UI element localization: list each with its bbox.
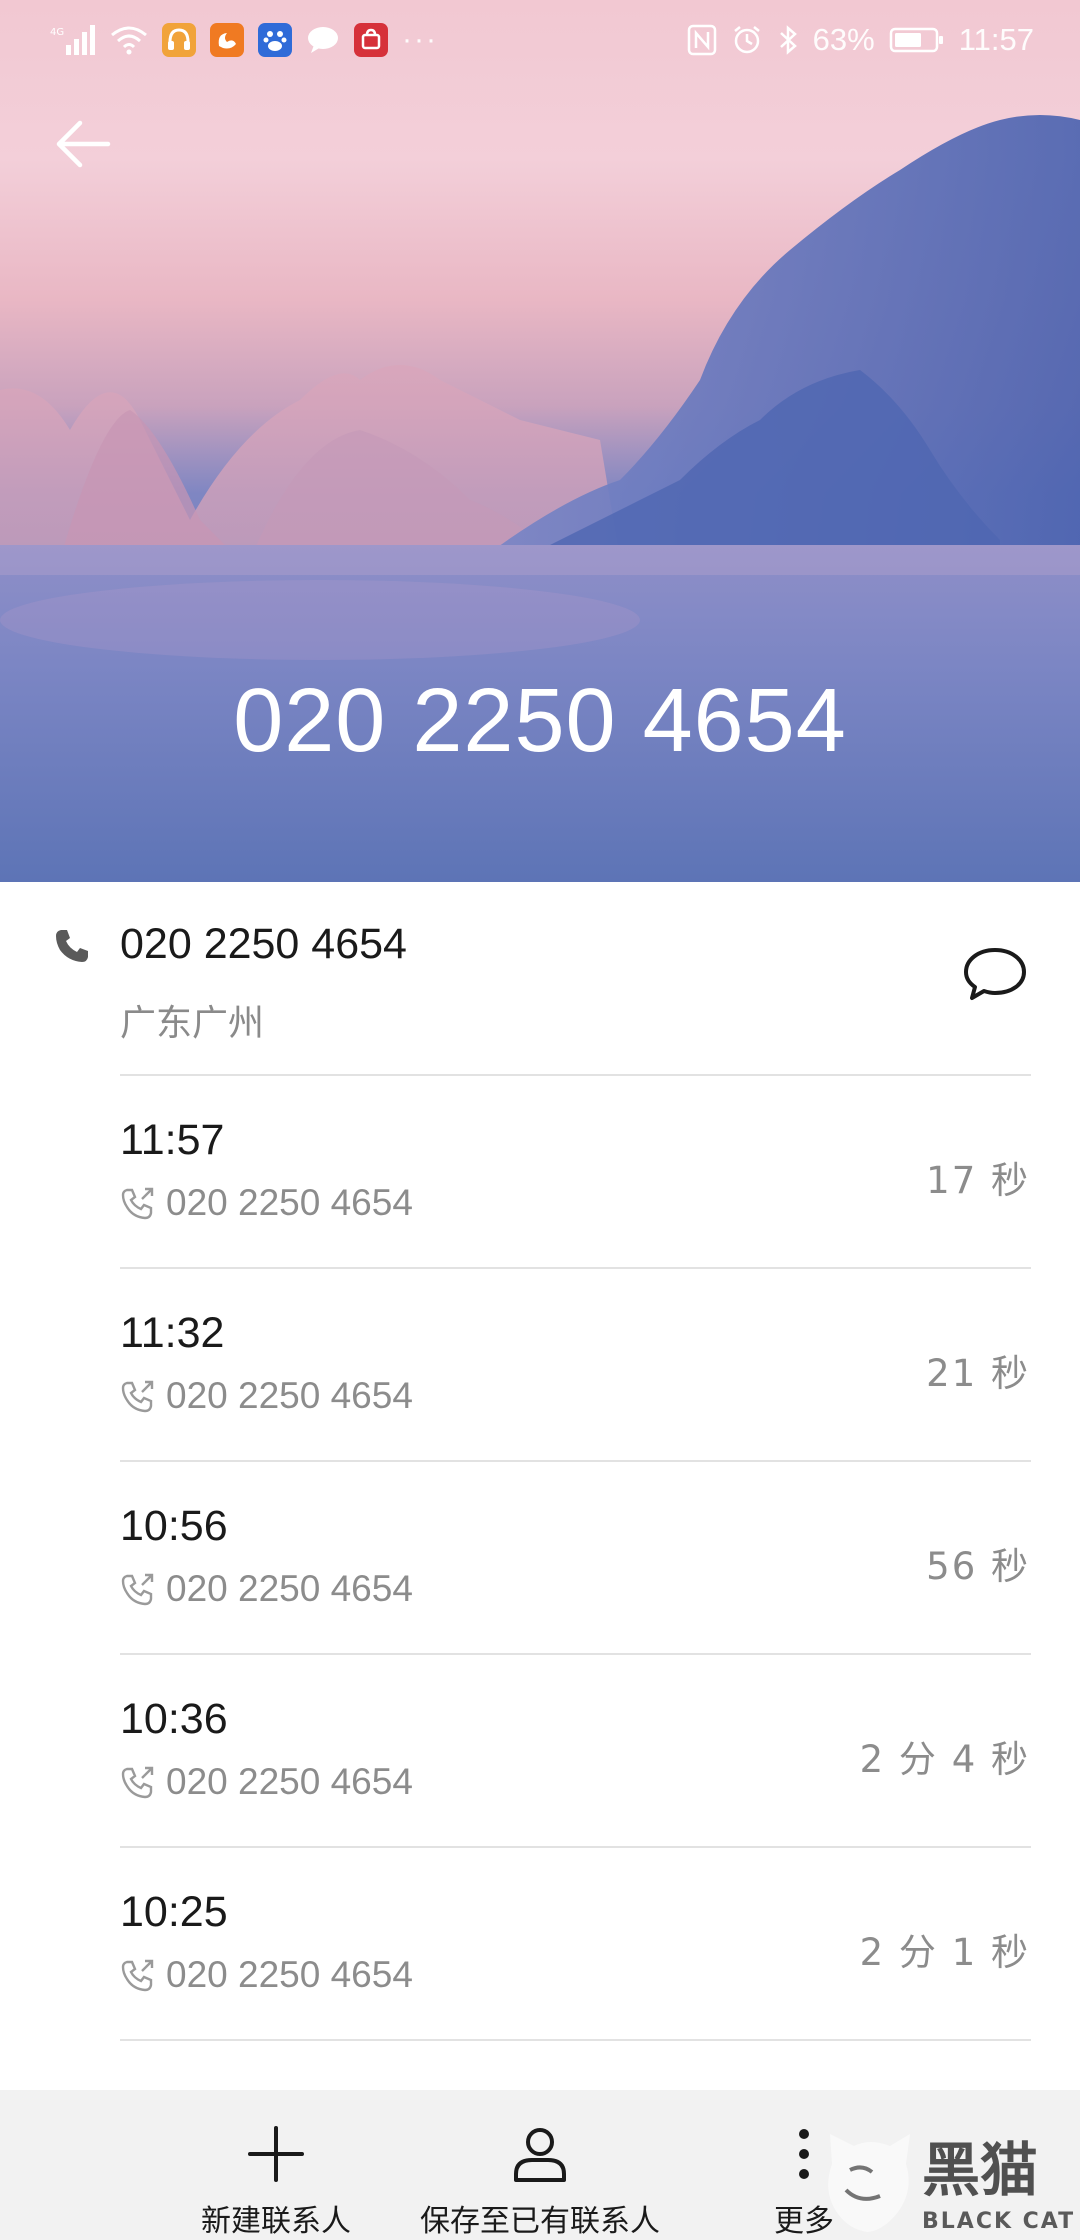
uc-browser-icon	[210, 23, 244, 57]
call-duration: 56 秒	[926, 1545, 1030, 1588]
baidu-icon	[258, 23, 292, 57]
svg-text:4G: 4G	[50, 27, 64, 38]
call-log-item[interactable]: 10:36 020 2250 4654 2 分 4 秒	[0, 1655, 1080, 1848]
nfc-icon	[687, 24, 717, 56]
outgoing-call-icon	[121, 1187, 154, 1220]
contact-number: 020 2250 4654	[120, 920, 407, 968]
signal-icon: 4G	[50, 23, 96, 57]
more-notifications-icon: ···	[402, 23, 438, 56]
battery-percent: 63%	[812, 22, 875, 57]
status-time: 11:57	[958, 22, 1034, 57]
call-time: 10:25	[120, 1888, 228, 1936]
arrow-left-icon	[56, 120, 111, 168]
call-log-item[interactable]: 10:56 020 2250 4654 56 秒	[0, 1462, 1080, 1655]
call-log-item[interactable]: 11:32 020 2250 4654 21 秒	[0, 1269, 1080, 1462]
bluetooth-icon	[777, 24, 799, 56]
call-number: 020 2250 4654	[166, 1761, 413, 1802]
black-cat-watermark: 黑猫 BLACK CAT	[828, 2134, 1075, 2234]
call-number: 020 2250 4654	[166, 1568, 413, 1609]
call-duration: 2 分 1 秒	[859, 1931, 1030, 1974]
new-contact-button[interactable]: 新建联系人	[196, 2090, 356, 2240]
divider	[120, 2039, 1031, 2041]
status-bar-left: 4G ···	[50, 23, 438, 57]
wifi-icon	[110, 25, 148, 55]
call-number: 020 2250 4654	[166, 1182, 413, 1223]
call-time: 10:36	[120, 1695, 228, 1743]
huawei-store-icon	[354, 23, 388, 57]
outgoing-call-icon	[121, 1766, 154, 1799]
call-number: 020 2250 4654	[166, 1375, 413, 1416]
outgoing-call-icon	[121, 1380, 154, 1413]
call-log-item[interactable]: 10:25 020 2250 4654 2 分 1 秒	[0, 1848, 1080, 2041]
hero-phone-number: 020 2250 4654	[233, 671, 847, 771]
headset-app-icon	[162, 23, 196, 57]
alarm-icon	[731, 24, 763, 56]
status-bar: 4G ··· 63% 11:57	[0, 0, 1080, 80]
call-time: 11:32	[120, 1309, 225, 1357]
call-number: 020 2250 4654	[166, 1954, 413, 1995]
new-contact-label: 新建联系人	[201, 2204, 351, 2239]
call-time: 10:56	[120, 1502, 228, 1550]
watermark-subtext: BLACK CAT	[922, 2209, 1075, 2234]
call-duration: 17 秒	[926, 1159, 1030, 1202]
chat-bubble-icon	[964, 948, 1026, 1000]
watermark-text: 黑猫	[922, 2136, 1038, 2204]
message-notification-icon	[306, 25, 340, 55]
outgoing-call-icon	[121, 1573, 154, 1606]
battery-icon	[889, 26, 945, 54]
save-to-existing-label: 保存至已有联系人	[420, 2204, 660, 2239]
person-icon	[514, 2128, 566, 2182]
send-message-button[interactable]	[960, 938, 1030, 1008]
plus-icon	[248, 2126, 304, 2182]
contact-header: 4G ··· 63% 11:57 020 2250 4654	[0, 0, 1080, 882]
save-to-existing-contact-button[interactable]: 保存至已有联系人	[418, 2090, 662, 2240]
call-history-list: 11:57 020 2250 4654 17 秒 11:32 020 2250 …	[0, 1076, 1080, 2041]
contact-location: 广东广州	[120, 1003, 265, 1044]
status-bar-right: 63% 11:57	[687, 22, 1034, 58]
call-duration: 21 秒	[926, 1352, 1030, 1395]
call-time: 11:57	[120, 1116, 225, 1164]
phone-icon	[56, 930, 88, 962]
outgoing-call-icon	[121, 1959, 154, 1992]
call-duration: 2 分 4 秒	[859, 1738, 1030, 1781]
call-log-item[interactable]: 11:57 020 2250 4654 17 秒	[0, 1076, 1080, 1269]
back-button[interactable]	[54, 114, 114, 174]
number-info-row[interactable]: 020 2250 4654 广东广州	[0, 882, 1080, 1076]
